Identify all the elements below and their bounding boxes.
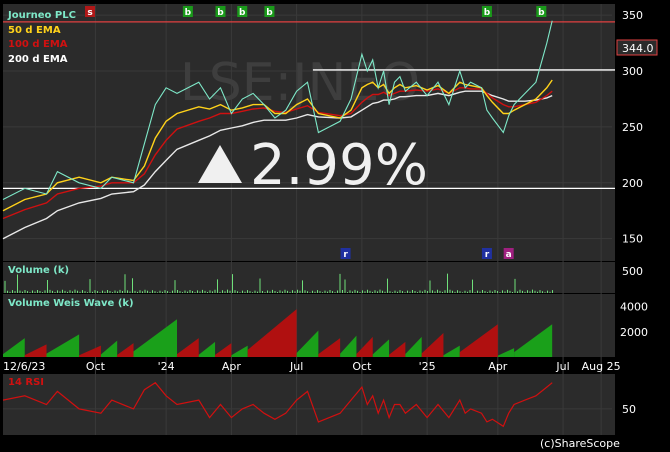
chart-root: LSE:JNEO s b b b b b b r r a 2.99% Journeo PLC 50… [0, 0, 670, 452]
rsi-panel-title: 14 RSI [8, 377, 44, 388]
price-tick-label: 250 [622, 121, 643, 134]
rsi-tick-label: 50 [622, 403, 636, 416]
x-tick-label: Oct [352, 360, 372, 373]
x-tick-label: Apr [222, 360, 242, 373]
x-tick-label: Jul [289, 360, 303, 373]
ticker-watermark: LSE:JNEO [180, 53, 420, 113]
x-tick-label: Aug 25 [582, 360, 621, 373]
volume-tick-label: 500 [622, 265, 643, 278]
rsi-panel-bg [3, 374, 615, 435]
signal-marker-label: b [239, 8, 246, 18]
legend-ema50: 50 d EMA [8, 25, 61, 36]
legend-price: Journeo PLC [7, 10, 76, 21]
event-marker-label: a [506, 250, 512, 260]
legend-ema200: 200 d EMA [8, 54, 68, 65]
legend-ema100: 100 d EMA [8, 39, 68, 50]
x-tick-label: '25 [419, 360, 436, 373]
sharescope-chart: LSE:JNEO s b b b b b b r r a 2.99% Journeo PLC 50… [2, 4, 658, 450]
event-marker-label: r [343, 250, 348, 260]
signal-marker-label: s [87, 8, 92, 18]
weis-tick-label: 4000 [620, 301, 648, 314]
signal-marker-label: b [484, 8, 491, 18]
price-tick-label: 350 [622, 9, 643, 22]
signal-marker-label: b [266, 8, 273, 18]
price-tick-label: 200 [622, 177, 643, 190]
signal-marker-label: b [185, 8, 192, 18]
last-price-label: 344.0 [622, 42, 654, 55]
price-tick-label: 150 [622, 233, 643, 246]
x-start-label: 12/6/23 [3, 360, 45, 373]
volume-panel-bg [3, 262, 615, 293]
weis-tick-label: 2000 [620, 326, 648, 339]
signal-marker-label: b [217, 8, 224, 18]
x-tick-label: Oct [86, 360, 106, 373]
x-tick-label: Jul [555, 360, 569, 373]
signal-marker-label: b [538, 8, 545, 18]
volume-panel-title: Volume (k) [8, 265, 69, 276]
event-marker-label: r [485, 250, 490, 260]
change-banner: 2.99% [250, 133, 428, 198]
copyright: (c)ShareScope [540, 437, 620, 450]
x-tick-label: Apr [488, 360, 508, 373]
weis-panel-title: Volume Weis Wave (k) [8, 298, 134, 309]
x-tick-label: '24 [158, 360, 175, 373]
price-tick-label: 300 [622, 65, 643, 78]
